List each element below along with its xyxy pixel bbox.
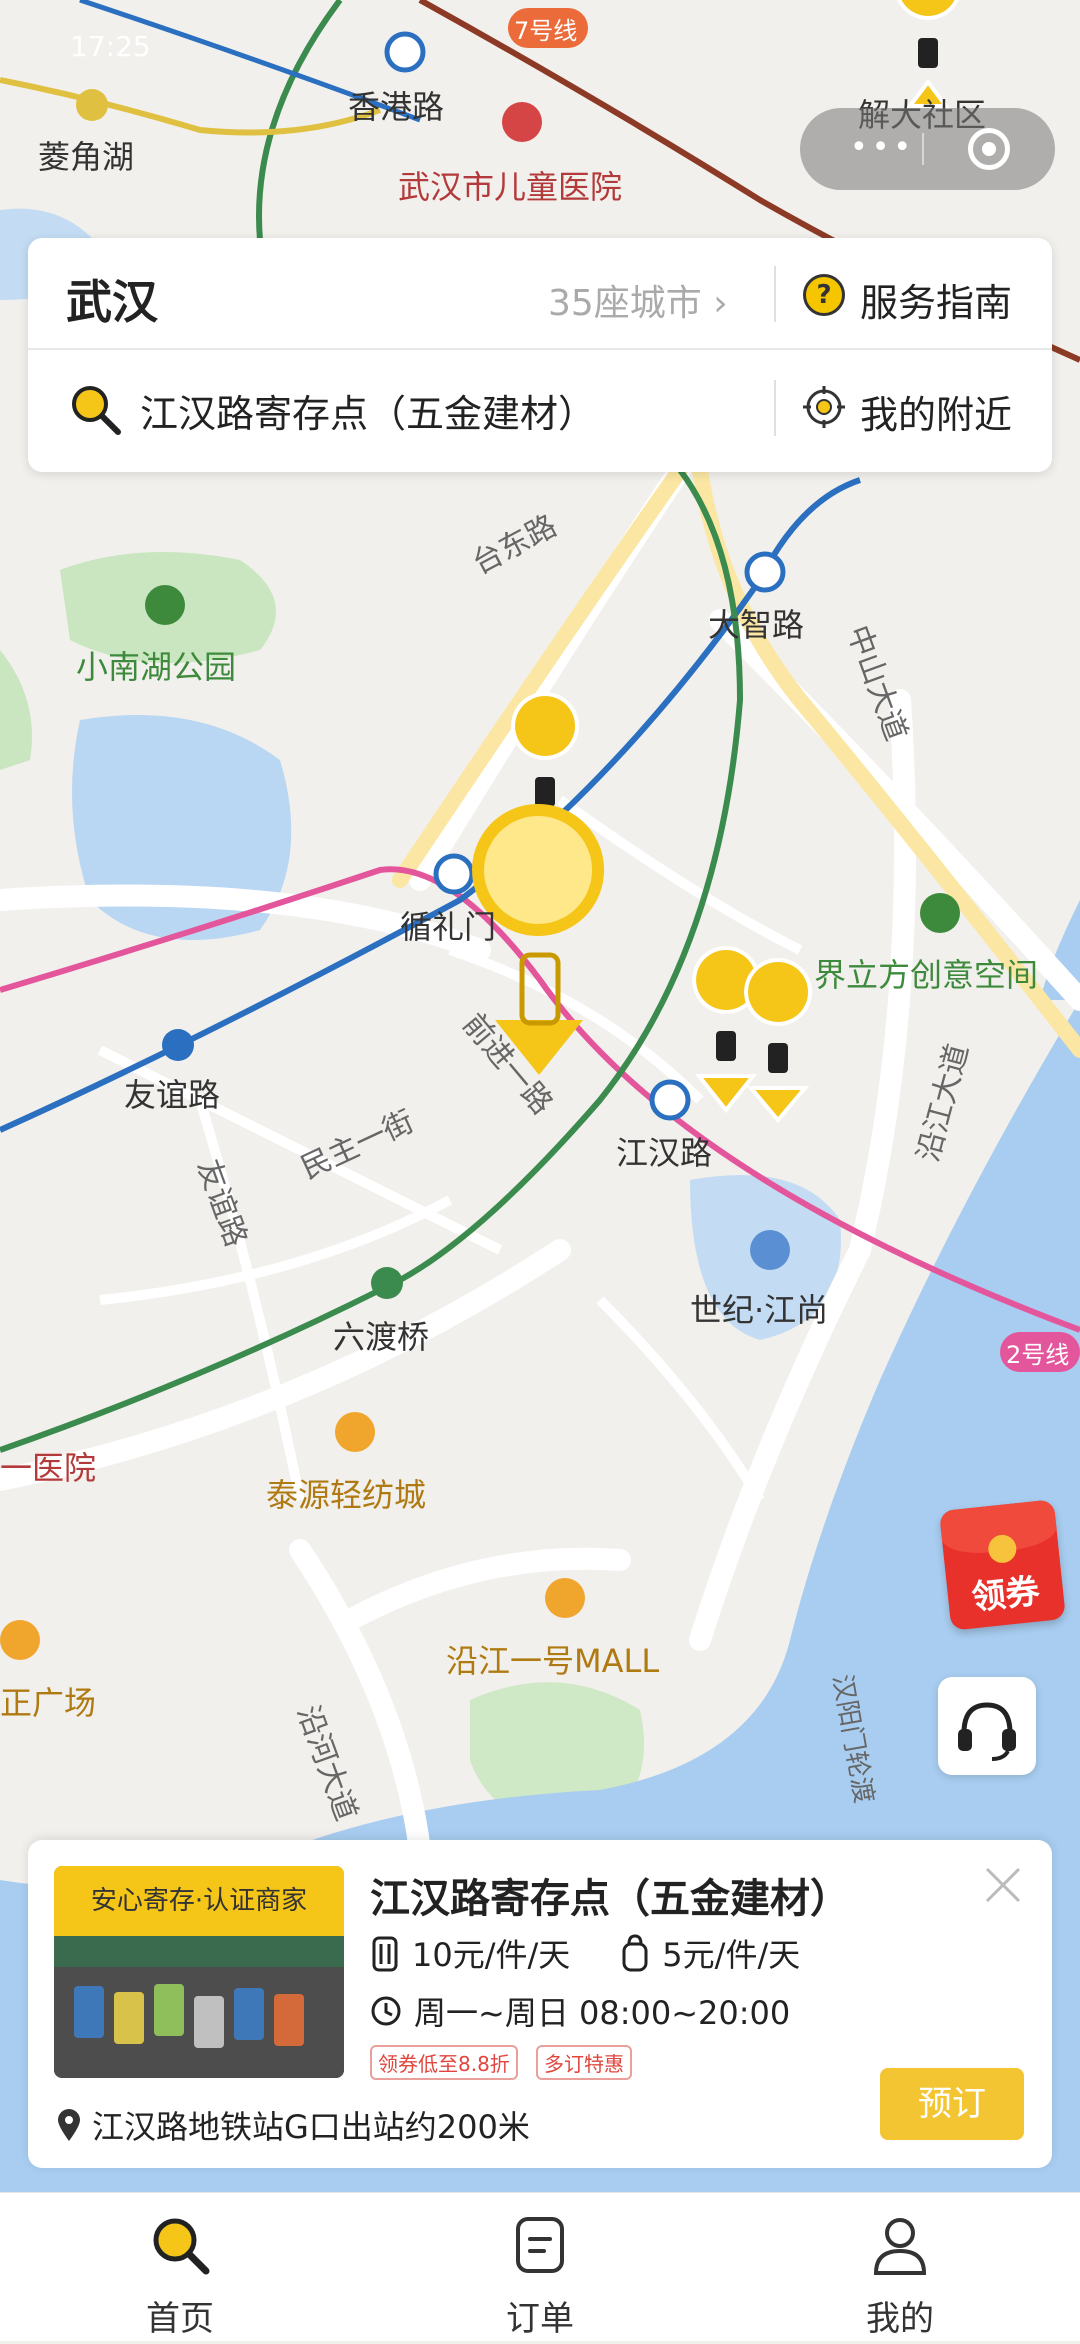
tab-label: 我的 xyxy=(866,2299,934,2339)
capsule-divider xyxy=(922,133,924,165)
coupon-label: 领券 xyxy=(969,1571,1042,1619)
city-row: 武汉 35座城市 › ? 服务指南 xyxy=(28,238,1052,350)
miniprogram-capsule[interactable]: ••• xyxy=(800,108,1055,190)
city-count-text: 35座城市 xyxy=(548,283,702,324)
backpack-icon xyxy=(622,1934,648,1972)
status-time: 17:25 xyxy=(70,30,151,63)
price-bag: 5元/件/天 xyxy=(662,1936,801,1974)
service-guide-button[interactable]: 服务指南 xyxy=(860,272,1012,327)
search-icon xyxy=(153,2218,210,2275)
search-row: 江汉路寄存点（五金建材） 我的附近 xyxy=(28,350,1052,460)
station-label: 大智路 xyxy=(708,606,805,644)
headset-icon xyxy=(958,1702,1016,1761)
tab-orders[interactable]: 订单 xyxy=(440,2193,640,2341)
question-icon[interactable]: ? xyxy=(803,274,845,316)
place-label: 世纪·江尚 xyxy=(690,1291,829,1329)
station-label: 循礼门 xyxy=(400,908,497,946)
tab-label: 订单 xyxy=(506,2299,574,2339)
location-row: 江汉路地铁站G口出站约200米 xyxy=(56,2102,530,2148)
place-label: 界立方创意空间 xyxy=(814,956,1039,994)
place-label: 泰源轻纺城 xyxy=(266,1476,427,1514)
station-label: 六渡桥 xyxy=(333,1318,430,1356)
profile-icon xyxy=(873,2218,927,2275)
tab-profile[interactable]: 我的 xyxy=(800,2193,1000,2341)
place-label: 沿江一号MALL xyxy=(446,1642,660,1680)
book-button[interactable]: 预订 xyxy=(880,2068,1024,2140)
shop-title: 江汉路寄存点（五金建材） xyxy=(370,1876,850,1922)
price-row: 10元/件/天 5元/件/天 xyxy=(370,1930,800,1976)
location-pin-icon xyxy=(58,2109,80,2141)
chevron-right-icon: › xyxy=(713,283,728,324)
shop-photo[interactable]: 安心寄存·认证商家 xyxy=(54,1866,344,2078)
place-label: 武汉市儿童医院 xyxy=(398,168,623,206)
hours-row: 周一~周日 08:00~20:00 xyxy=(370,1988,790,2034)
nearby-button[interactable]: 我的附近 xyxy=(860,384,1012,439)
search-card: 武汉 35座城市 › ? 服务指南 江汉路寄存点（五金建材） 我的附近 xyxy=(28,238,1052,472)
divider xyxy=(774,266,776,322)
business-hours: 周一~周日 08:00~20:00 xyxy=(414,1994,791,2032)
location-text: 江汉路地铁站G口出站约200米 xyxy=(92,2108,530,2146)
tab-bar: 首页 订单 我的 xyxy=(0,2192,1080,2341)
coupon-button[interactable]: 领券 xyxy=(939,1499,1066,1631)
clock-icon xyxy=(371,1996,401,2026)
shop-info-card[interactable]: 安心寄存·认证商家 江汉路寄存点（五金建材） 10元/件/天 5元/件/天 周一… xyxy=(28,1840,1052,2168)
locate-icon[interactable] xyxy=(803,386,845,428)
station-label: 友谊路 xyxy=(124,1076,221,1114)
divider xyxy=(774,380,776,436)
metro-badge-2: 2号线 xyxy=(1006,1341,1070,1369)
tab-label: 首页 xyxy=(146,2299,214,2339)
close-icon[interactable] xyxy=(983,1865,1023,1905)
certified-badge: 安心寄存·认证商家 xyxy=(54,1866,344,1936)
station-label: 香港路 xyxy=(348,88,445,126)
luggage-icon xyxy=(372,1936,398,1972)
search-icon xyxy=(72,386,121,435)
customer-service-button[interactable] xyxy=(938,1677,1036,1775)
station-label: 江汉路 xyxy=(616,1134,713,1172)
promo-tag: 领券低至8.8折 xyxy=(370,2045,518,2080)
city-count-link[interactable]: 35座城市 › xyxy=(548,274,728,326)
place-label: 小南湖公园 xyxy=(76,648,237,686)
close-target-icon[interactable] xyxy=(968,128,1010,170)
place-label: 一医院 xyxy=(0,1449,97,1487)
more-icon[interactable]: ••• xyxy=(850,130,915,165)
tab-home[interactable]: 首页 xyxy=(80,2193,280,2341)
place-label: 正广场 xyxy=(0,1684,97,1722)
city-name[interactable]: 武汉 xyxy=(66,266,158,332)
metro-badge-7: 7号线 xyxy=(514,17,578,45)
place-label: 菱角湖 xyxy=(38,138,135,176)
promo-tag: 多订特惠 xyxy=(536,2045,632,2080)
storefront-image xyxy=(54,1936,344,2078)
price-luggage: 10元/件/天 xyxy=(412,1936,571,1974)
order-icon xyxy=(516,2217,564,2273)
search-input[interactable]: 江汉路寄存点（五金建材） xyxy=(140,383,596,438)
